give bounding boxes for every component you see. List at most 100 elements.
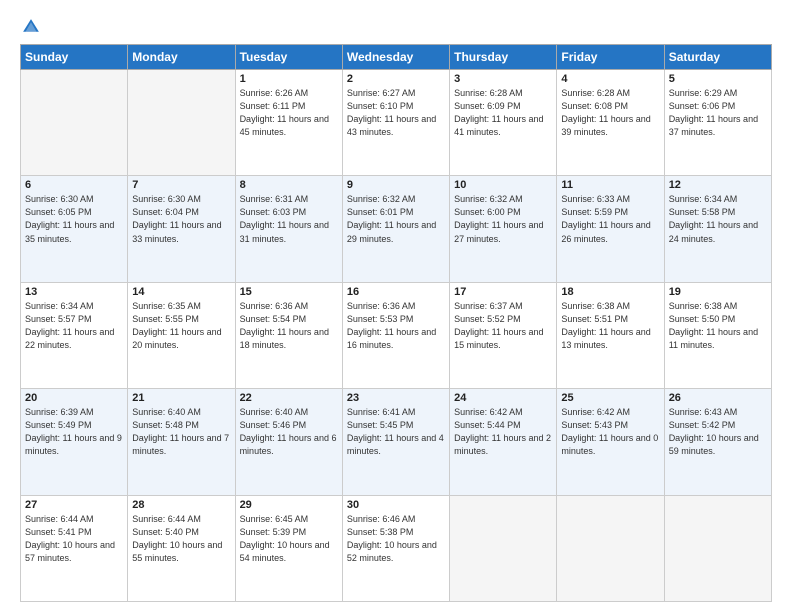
calendar-cell	[21, 70, 128, 176]
day-info: Sunrise: 6:44 AM Sunset: 5:41 PM Dayligh…	[25, 513, 123, 565]
page: SundayMondayTuesdayWednesdayThursdayFrid…	[0, 0, 792, 612]
calendar-cell: 19Sunrise: 6:38 AM Sunset: 5:50 PM Dayli…	[664, 282, 771, 388]
day-number: 1	[240, 73, 338, 85]
day-info: Sunrise: 6:40 AM Sunset: 5:46 PM Dayligh…	[240, 406, 338, 458]
day-number: 14	[132, 286, 230, 298]
day-number: 27	[25, 499, 123, 511]
day-info: Sunrise: 6:27 AM Sunset: 6:10 PM Dayligh…	[347, 87, 445, 139]
weekday-header-tuesday: Tuesday	[235, 45, 342, 70]
calendar-cell: 5 Sunrise: 6:29 AM Sunset: 6:06 PM Daylig…	[664, 70, 771, 176]
calendar-table: SundayMondayTuesdayWednesdayThursdayFrid…	[20, 44, 772, 602]
week-row-5: 27 Sunrise: 6:44 AM Sunset: 5:41 PM Dayli…	[21, 495, 772, 601]
day-number: 8	[240, 179, 338, 191]
day-info: Sunrise: 6:46 AM Sunset: 5:38 PM Dayligh…	[347, 513, 445, 565]
day-number: 28	[132, 499, 230, 511]
day-info: Sunrise: 6:36 AM Sunset: 5:53 PM Dayligh…	[347, 300, 445, 352]
calendar-cell: 12 Sunrise: 6:34 AM Sunset: 5:58 PM Dayli…	[664, 176, 771, 282]
day-number: 26	[669, 392, 767, 404]
day-number: 7	[132, 179, 230, 191]
day-info: Sunrise: 6:41 AM Sunset: 5:45 PM Dayligh…	[347, 406, 445, 458]
week-row-2: 6Sunrise: 6:30 AM Sunset: 6:05 PM Daylig…	[21, 176, 772, 282]
day-info: Sunrise: 6:36 AM Sunset: 5:54 PM Dayligh…	[240, 300, 338, 352]
day-number: 20	[25, 392, 123, 404]
day-info: Sunrise: 6:31 AM Sunset: 6:03 PM Dayligh…	[240, 193, 338, 245]
weekday-header-thursday: Thursday	[450, 45, 557, 70]
day-info: Sunrise: 6:34 AM Sunset: 5:58 PM Dayligh…	[669, 193, 767, 245]
day-number: 10	[454, 179, 552, 191]
calendar-cell: 7 Sunrise: 6:30 AM Sunset: 6:04 PM Daylig…	[128, 176, 235, 282]
calendar-cell: 29 Sunrise: 6:45 AM Sunset: 5:39 PM Dayli…	[235, 495, 342, 601]
calendar-cell: 8 Sunrise: 6:31 AM Sunset: 6:03 PM Daylig…	[235, 176, 342, 282]
day-number: 19	[669, 286, 767, 298]
calendar-cell: 14Sunrise: 6:35 AM Sunset: 5:55 PM Dayli…	[128, 282, 235, 388]
calendar-cell: 25 Sunrise: 6:42 AM Sunset: 5:43 PM Dayli…	[557, 389, 664, 495]
week-row-4: 20Sunrise: 6:39 AM Sunset: 5:49 PM Dayli…	[21, 389, 772, 495]
calendar-cell: 30 Sunrise: 6:46 AM Sunset: 5:38 PM Dayli…	[342, 495, 449, 601]
calendar-cell: 23 Sunrise: 6:41 AM Sunset: 5:45 PM Dayli…	[342, 389, 449, 495]
week-row-3: 13 Sunrise: 6:34 AM Sunset: 5:57 PM Dayli…	[21, 282, 772, 388]
day-number: 4	[561, 73, 659, 85]
calendar-cell	[664, 495, 771, 601]
day-info: Sunrise: 6:34 AM Sunset: 5:57 PM Dayligh…	[25, 300, 123, 352]
day-info: Sunrise: 6:32 AM Sunset: 6:01 PM Dayligh…	[347, 193, 445, 245]
calendar-cell: 6Sunrise: 6:30 AM Sunset: 6:05 PM Daylig…	[21, 176, 128, 282]
day-number: 16	[347, 286, 445, 298]
calendar-cell: 9 Sunrise: 6:32 AM Sunset: 6:01 PM Daylig…	[342, 176, 449, 282]
day-number: 15	[240, 286, 338, 298]
header	[20, 16, 772, 38]
day-info: Sunrise: 6:45 AM Sunset: 5:39 PM Dayligh…	[240, 513, 338, 565]
day-number: 13	[25, 286, 123, 298]
day-info: Sunrise: 6:42 AM Sunset: 5:43 PM Dayligh…	[561, 406, 659, 458]
calendar-cell: 17 Sunrise: 6:37 AM Sunset: 5:52 PM Dayli…	[450, 282, 557, 388]
day-number: 25	[561, 392, 659, 404]
calendar-cell	[128, 70, 235, 176]
day-number: 17	[454, 286, 552, 298]
calendar-cell	[450, 495, 557, 601]
weekday-header-saturday: Saturday	[664, 45, 771, 70]
day-info: Sunrise: 6:28 AM Sunset: 6:08 PM Dayligh…	[561, 87, 659, 139]
day-number: 30	[347, 499, 445, 511]
day-number: 23	[347, 392, 445, 404]
calendar-cell: 15 Sunrise: 6:36 AM Sunset: 5:54 PM Dayli…	[235, 282, 342, 388]
calendar-cell: 22 Sunrise: 6:40 AM Sunset: 5:46 PM Dayli…	[235, 389, 342, 495]
day-info: Sunrise: 6:38 AM Sunset: 5:51 PM Dayligh…	[561, 300, 659, 352]
day-number: 3	[454, 73, 552, 85]
day-info: Sunrise: 6:32 AM Sunset: 6:00 PM Dayligh…	[454, 193, 552, 245]
calendar-cell: 16 Sunrise: 6:36 AM Sunset: 5:53 PM Dayli…	[342, 282, 449, 388]
calendar-cell: 3 Sunrise: 6:28 AM Sunset: 6:09 PM Daylig…	[450, 70, 557, 176]
day-number: 12	[669, 179, 767, 191]
day-info: Sunrise: 6:26 AM Sunset: 6:11 PM Dayligh…	[240, 87, 338, 139]
weekday-header-row: SundayMondayTuesdayWednesdayThursdayFrid…	[21, 45, 772, 70]
day-number: 6	[25, 179, 123, 191]
calendar-cell: 28 Sunrise: 6:44 AM Sunset: 5:40 PM Dayli…	[128, 495, 235, 601]
day-number: 22	[240, 392, 338, 404]
day-number: 2	[347, 73, 445, 85]
day-info: Sunrise: 6:42 AM Sunset: 5:44 PM Dayligh…	[454, 406, 552, 458]
day-number: 29	[240, 499, 338, 511]
calendar-cell	[557, 495, 664, 601]
day-number: 5	[669, 73, 767, 85]
day-number: 9	[347, 179, 445, 191]
calendar-cell: 13 Sunrise: 6:34 AM Sunset: 5:57 PM Dayli…	[21, 282, 128, 388]
day-number: 18	[561, 286, 659, 298]
day-info: Sunrise: 6:29 AM Sunset: 6:06 PM Dayligh…	[669, 87, 767, 139]
day-info: Sunrise: 6:43 AM Sunset: 5:42 PM Dayligh…	[669, 406, 767, 458]
day-info: Sunrise: 6:40 AM Sunset: 5:48 PM Dayligh…	[132, 406, 230, 458]
logo	[20, 16, 46, 38]
day-number: 21	[132, 392, 230, 404]
logo-icon	[20, 16, 42, 38]
day-info: Sunrise: 6:28 AM Sunset: 6:09 PM Dayligh…	[454, 87, 552, 139]
calendar-cell: 10 Sunrise: 6:32 AM Sunset: 6:00 PM Dayli…	[450, 176, 557, 282]
weekday-header-wednesday: Wednesday	[342, 45, 449, 70]
weekday-header-sunday: Sunday	[21, 45, 128, 70]
day-number: 11	[561, 179, 659, 191]
calendar-cell: 24 Sunrise: 6:42 AM Sunset: 5:44 PM Dayli…	[450, 389, 557, 495]
calendar-cell: 2 Sunrise: 6:27 AM Sunset: 6:10 PM Daylig…	[342, 70, 449, 176]
weekday-header-monday: Monday	[128, 45, 235, 70]
day-number: 24	[454, 392, 552, 404]
day-info: Sunrise: 6:37 AM Sunset: 5:52 PM Dayligh…	[454, 300, 552, 352]
calendar-cell: 1 Sunrise: 6:26 AM Sunset: 6:11 PM Daylig…	[235, 70, 342, 176]
day-info: Sunrise: 6:30 AM Sunset: 6:04 PM Dayligh…	[132, 193, 230, 245]
day-info: Sunrise: 6:44 AM Sunset: 5:40 PM Dayligh…	[132, 513, 230, 565]
calendar-cell: 21 Sunrise: 6:40 AM Sunset: 5:48 PM Dayli…	[128, 389, 235, 495]
